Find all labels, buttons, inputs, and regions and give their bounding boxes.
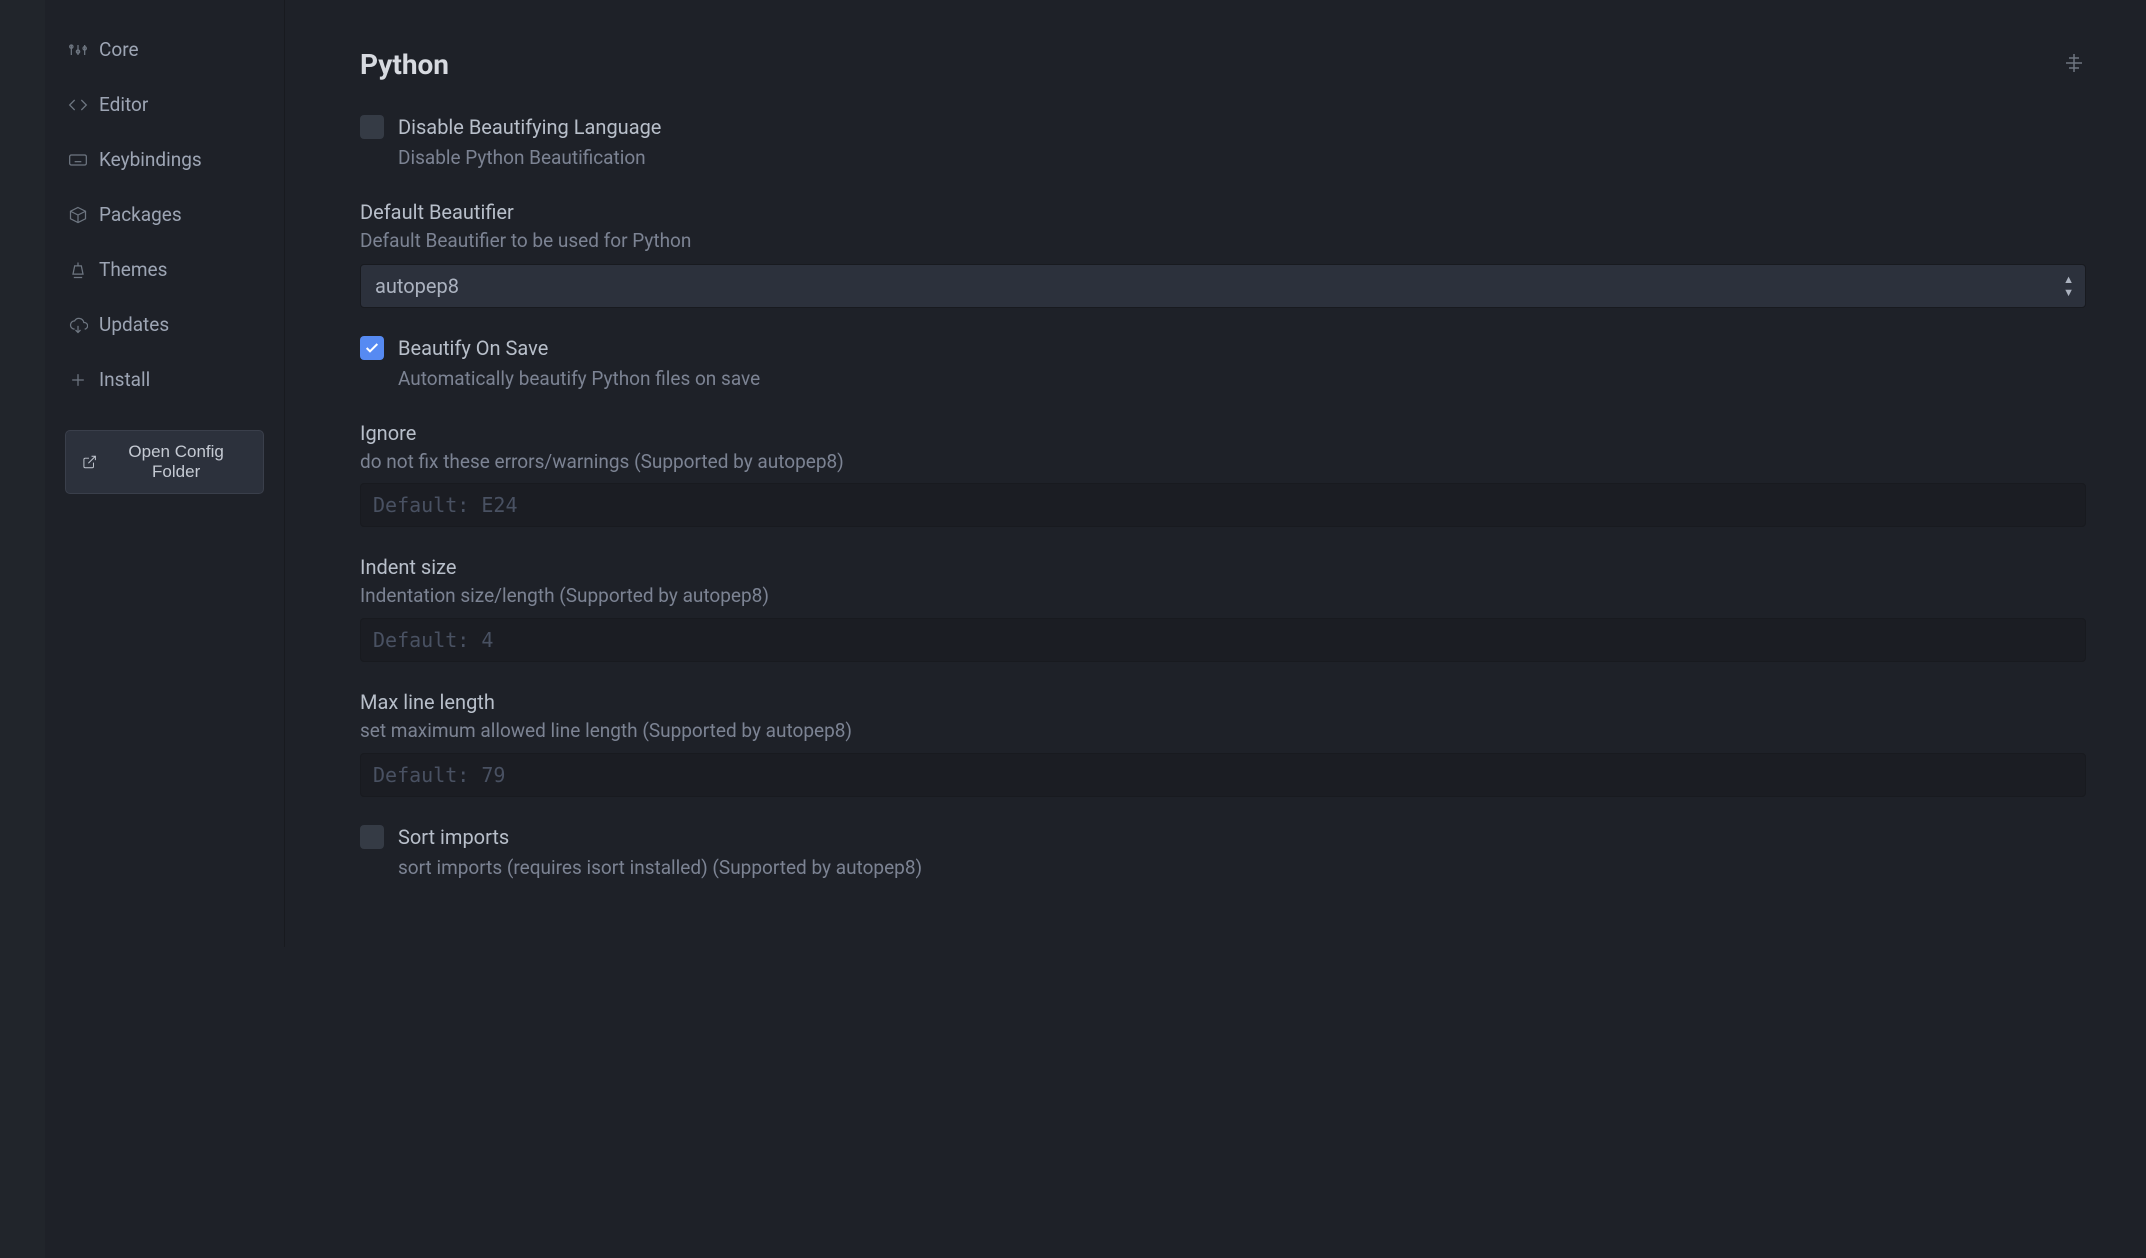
sort-imports-checkbox[interactable] bbox=[360, 825, 384, 849]
page-title: Python bbox=[360, 48, 449, 81]
setting-max-line-length: Max line length set maximum allowed line… bbox=[360, 688, 2086, 797]
setting-label: Indent size bbox=[360, 553, 2086, 581]
cloud-download-icon bbox=[67, 314, 89, 336]
package-icon bbox=[67, 204, 89, 226]
setting-ignore: Ignore do not fix these errors/warnings … bbox=[360, 419, 2086, 528]
setting-label: Disable Beautifying Language bbox=[398, 113, 661, 141]
sidebar-item-themes[interactable]: Themes bbox=[45, 242, 284, 297]
setting-sort-imports: Sort imports sort imports (requires isor… bbox=[360, 823, 2086, 882]
sidebar-item-label: Core bbox=[99, 38, 139, 61]
default-beautifier-select[interactable]: autopep8 bbox=[360, 264, 2086, 308]
sidebar-item-label: Install bbox=[99, 368, 150, 391]
setting-desc: set maximum allowed line length (Support… bbox=[360, 718, 2086, 745]
setting-desc: Indentation size/length (Supported by au… bbox=[360, 583, 2086, 610]
sidebar-item-updates[interactable]: Updates bbox=[45, 297, 284, 352]
sidebar-item-editor[interactable]: Editor bbox=[45, 77, 284, 132]
setting-label: Sort imports bbox=[398, 823, 922, 851]
setting-desc: sort imports (requires isort installed) … bbox=[398, 855, 922, 882]
setting-desc: Disable Python Beautification bbox=[398, 145, 661, 172]
plus-icon bbox=[67, 369, 89, 391]
indent-size-input[interactable] bbox=[360, 618, 2086, 662]
settings-main-panel: Python Disable Beautifying Language Disa… bbox=[285, 0, 2146, 947]
setting-beautify-on-save: Beautify On Save Automatically beautify … bbox=[360, 334, 2086, 393]
setting-label: Beautify On Save bbox=[398, 334, 760, 362]
setting-label: Default Beautifier bbox=[360, 198, 2086, 226]
sidebar-item-keybindings[interactable]: Keybindings bbox=[45, 132, 284, 187]
sidebar-item-label: Keybindings bbox=[99, 148, 202, 171]
select-arrows-icon: ▲▼ bbox=[2063, 274, 2074, 298]
sidebar-item-core[interactable]: Core bbox=[45, 22, 284, 77]
sidebar-item-label: Editor bbox=[99, 93, 148, 116]
paintbucket-icon bbox=[67, 259, 89, 281]
disable-beautify-checkbox[interactable] bbox=[360, 115, 384, 139]
sliders-icon bbox=[67, 39, 89, 61]
setting-desc: Default Beautifier to be used for Python bbox=[360, 228, 2086, 255]
sidebar-item-packages[interactable]: Packages bbox=[45, 187, 284, 242]
max-line-length-input[interactable] bbox=[360, 753, 2086, 797]
setting-label: Max line length bbox=[360, 688, 2086, 716]
button-label: Open Config Folder bbox=[105, 442, 247, 482]
window-gutter bbox=[0, 0, 45, 1258]
collapse-icon[interactable] bbox=[2062, 51, 2086, 79]
setting-disable-beautify: Disable Beautifying Language Disable Pyt… bbox=[360, 113, 2086, 172]
keyboard-icon bbox=[67, 149, 89, 171]
settings-sidebar: Core Editor Keybindings Packages bbox=[45, 0, 285, 947]
sidebar-item-label: Themes bbox=[99, 258, 167, 281]
setting-indent-size: Indent size Indentation size/length (Sup… bbox=[360, 553, 2086, 662]
sidebar-item-label: Packages bbox=[99, 203, 182, 226]
setting-desc: do not fix these errors/warnings (Suppor… bbox=[360, 449, 2086, 476]
section-header: Python bbox=[360, 48, 2086, 81]
sidebar-item-install[interactable]: Install bbox=[45, 352, 284, 407]
beautify-on-save-checkbox[interactable] bbox=[360, 336, 384, 360]
setting-label: Ignore bbox=[360, 419, 2086, 447]
open-config-folder-button[interactable]: Open Config Folder bbox=[65, 430, 264, 494]
code-icon bbox=[67, 94, 89, 116]
external-link-icon bbox=[82, 454, 97, 470]
setting-desc: Automatically beautify Python files on s… bbox=[398, 366, 760, 393]
sidebar-item-label: Updates bbox=[99, 313, 169, 336]
ignore-input[interactable] bbox=[360, 483, 2086, 527]
setting-default-beautifier: Default Beautifier Default Beautifier to… bbox=[360, 198, 2086, 309]
